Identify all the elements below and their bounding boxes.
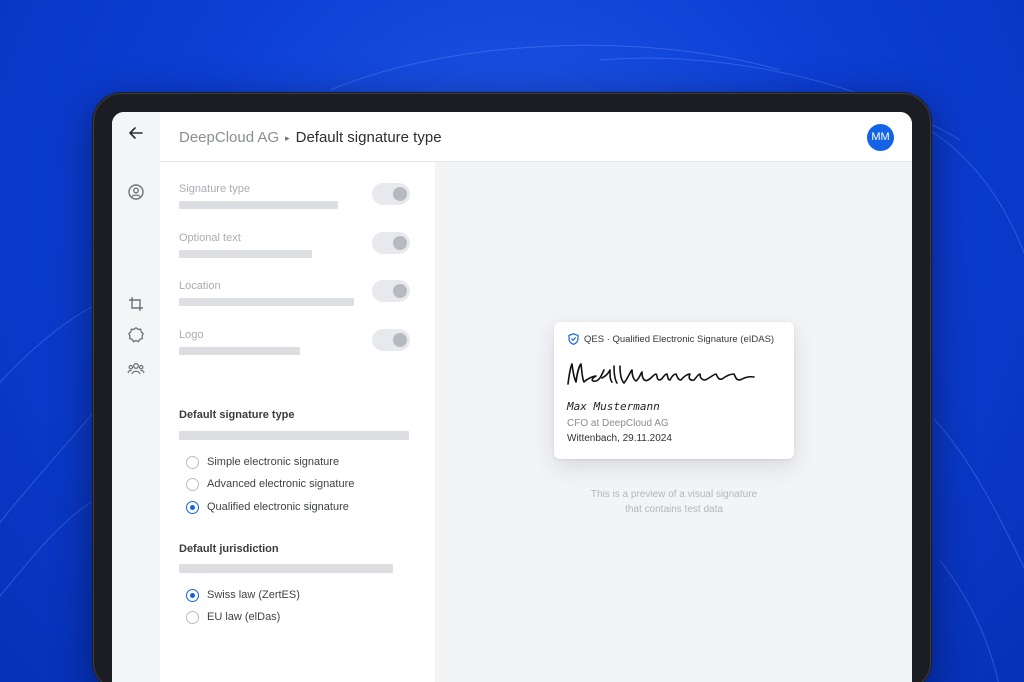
preview-note: This is a preview of a visual signature … [554,487,794,517]
user-avatar[interactable]: MM [867,124,894,151]
breadcrumb-separator-icon: ▸ [285,133,290,143]
toggle-row-optional-text: Optional text [179,232,414,272]
back-arrow-icon[interactable] [127,124,145,142]
signature-type-section-title: Default signature type [179,409,295,421]
radio-label: EU law (elDas) [207,611,281,623]
toggle-knob [393,284,407,298]
radio-label: Advanced electronic signature [207,478,355,490]
signature-place-date: Wittenbach, 29.11.2024 [567,433,672,444]
signature-preview-area: QES · Qualified Electronic Signature (eI… [435,162,912,682]
handwritten-signature [567,363,755,385]
shield-icon [568,333,579,345]
user-circle-icon[interactable] [127,183,145,201]
toggle-label: Signature type [179,183,250,195]
qes-badge-text: QES · Qualified Electronic Signature (eI… [584,333,775,345]
settings-badge-icon[interactable] [127,326,145,344]
optional-text-toggle[interactable] [372,232,410,254]
radio-button-selected[interactable] [186,588,199,602]
preview-note-line: that contains test data [625,504,723,515]
signature-preview-card: QES · Qualified Electronic Signature (eI… [554,322,794,459]
qes-badge: QES · Qualified Electronic Signature (eI… [568,333,774,345]
page-title: Default signature type [295,129,442,146]
radio-swiss-law[interactable]: Swiss law (ZertES) [186,587,300,603]
toggle-label: Location [179,280,221,292]
toggle-row-location: Location [179,280,414,320]
placeholder-bar [179,298,354,306]
radio-button-selected[interactable] [186,500,199,514]
jurisdiction-section-title: Default jurisdiction [179,543,279,555]
radio-eu-law[interactable]: EU law (elDas) [186,609,280,625]
settings-panel: Signature type Optional text Location Lo… [160,162,435,682]
radio-simple-signature[interactable]: Simple electronic signature [186,454,339,470]
logo-toggle[interactable] [372,329,410,351]
toggle-label: Logo [179,329,204,341]
breadcrumb-organization[interactable]: DeepCloud AG [179,129,279,147]
radio-label: Qualified electronic signature [207,501,349,513]
radio-label: Swiss law (ZertES) [207,589,300,601]
toggle-label: Optional text [179,232,241,244]
toggle-knob [393,187,407,201]
toggle-row-signature-type: Signature type [179,183,414,223]
radio-button[interactable] [186,455,199,469]
crop-icon[interactable] [127,295,145,313]
placeholder-bar [179,347,300,355]
location-toggle[interactable] [372,280,410,302]
breadcrumb: DeepCloud AG ▸ Default signature type [179,129,442,147]
app-screen: DeepCloud AG ▸ Default signature type MM… [112,112,912,682]
placeholder-bar [179,431,409,440]
toggle-row-logo: Logo [179,329,414,369]
radio-advanced-signature[interactable]: Advanced electronic signature [186,476,354,492]
placeholder-bar [179,201,338,209]
placeholder-bar [179,250,312,258]
radio-button[interactable] [186,610,199,624]
placeholder-bar [179,564,393,573]
signer-name: Max Mustermann [567,400,660,413]
signer-role: CFO at DeepCloud AG [567,418,669,429]
nav-rail [112,112,160,682]
toggle-knob [393,333,407,347]
radio-qualified-signature[interactable]: Qualified electronic signature [186,499,349,515]
radio-label: Simple electronic signature [207,456,340,468]
signature-type-toggle[interactable] [372,183,410,205]
top-bar: DeepCloud AG ▸ Default signature type MM [160,112,912,162]
toggle-knob [393,236,407,250]
team-icon[interactable] [127,360,145,378]
preview-note-line: This is a preview of a visual signature [590,489,758,500]
radio-button[interactable] [186,477,199,491]
